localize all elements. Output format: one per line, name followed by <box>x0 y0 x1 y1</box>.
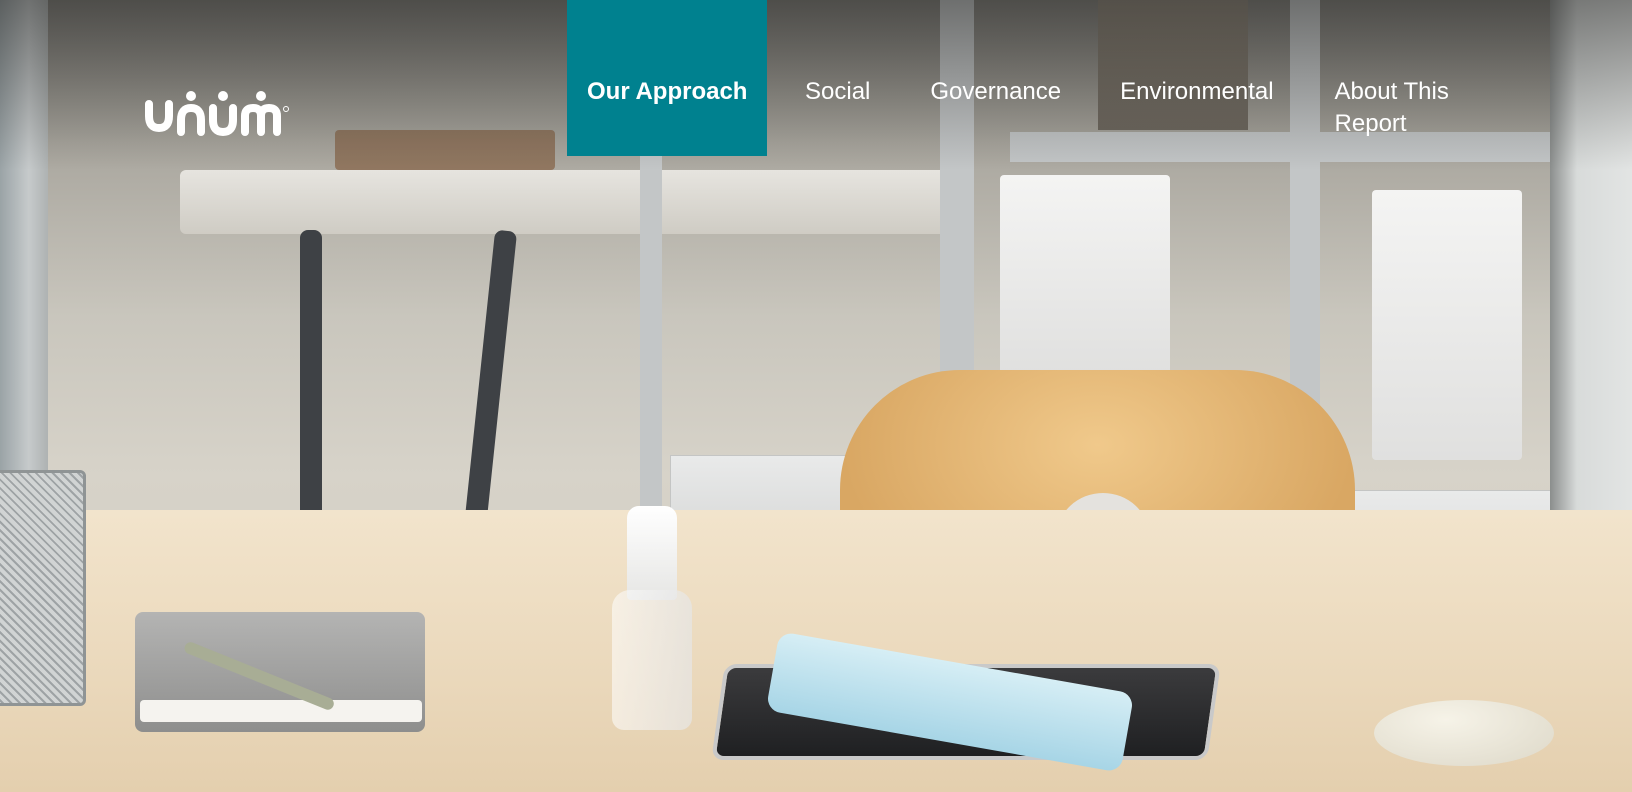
nav-environmental[interactable]: Environmental <box>1120 0 1273 156</box>
spray-bottle-cap <box>627 506 677 600</box>
shelf-post <box>640 140 662 520</box>
unum-logo[interactable] <box>143 86 293 136</box>
nav-governance[interactable]: Governance <box>930 0 1061 156</box>
spray-bottle <box>612 590 692 730</box>
table-leg <box>464 229 518 521</box>
notebook-pages <box>140 700 422 722</box>
binder <box>1372 190 1522 460</box>
computer-mouse <box>1374 700 1554 766</box>
unum-logo-mark <box>145 91 289 136</box>
mesh-basket <box>0 470 86 706</box>
binder <box>1000 175 1170 375</box>
background-shelf <box>180 170 950 234</box>
nav-about-this-report[interactable]: About This Report <box>1335 0 1475 156</box>
nav-our-approach[interactable]: Our Approach <box>567 0 767 156</box>
nav-social[interactable]: Social <box>805 0 870 156</box>
table-leg <box>300 230 322 520</box>
main-nav: Our Approach Social Governance Environme… <box>567 0 1475 156</box>
